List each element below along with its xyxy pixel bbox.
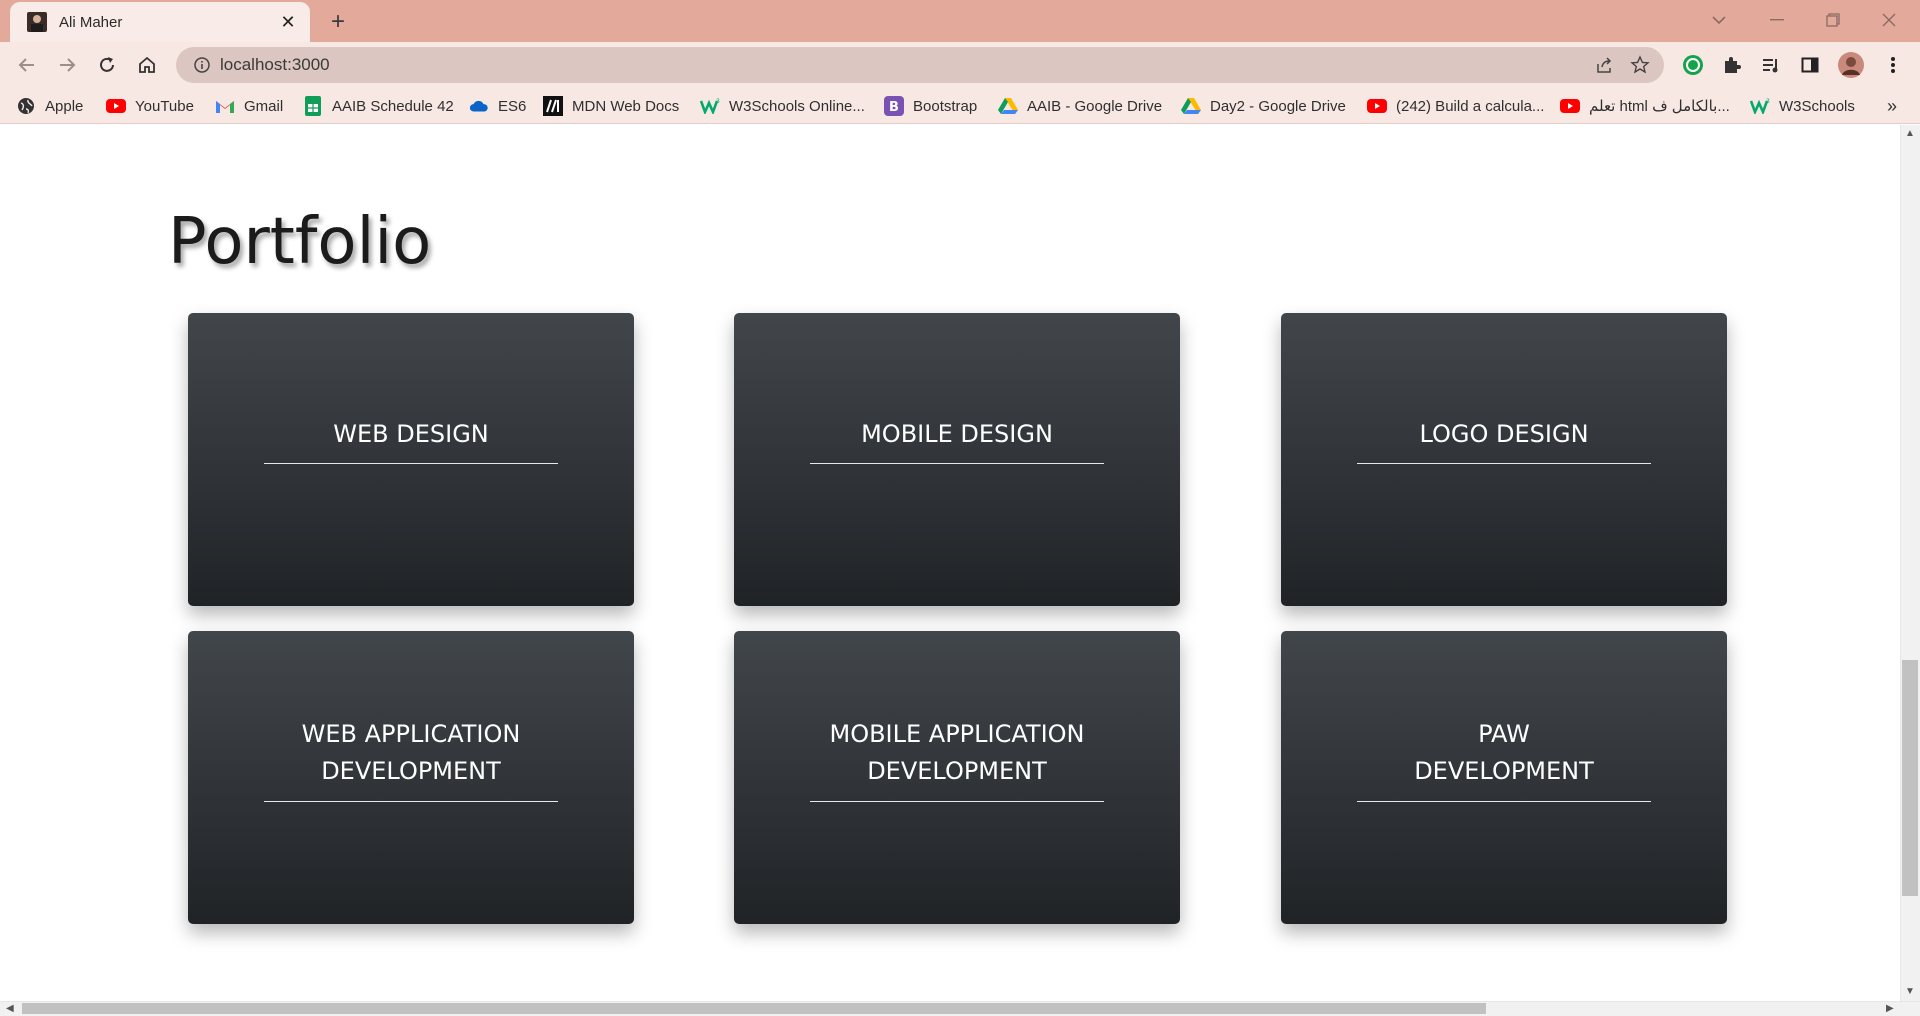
portfolio-card-mobile-design[interactable]: MOBILE DESIGN: [734, 313, 1180, 606]
vertical-scrollbar-thumb[interactable]: [1902, 660, 1918, 896]
bookmark-label: Apple: [45, 97, 84, 115]
bookmark-learn-html[interactable]: تعلم html بالكامل ف...: [1554, 92, 1736, 120]
minimize-button[interactable]: [1756, 6, 1798, 34]
bookmark-label: Bootstrap: [913, 97, 978, 115]
scroll-right-arrow-icon[interactable]: ▶: [1886, 1003, 1894, 1014]
card-title-line1: WEB APPLICATION: [301, 720, 521, 748]
extensions-puzzle-icon[interactable]: [1717, 50, 1747, 80]
page-viewport: Portfolio WEB DESIGN MOBILE DESIGN LOGO …: [0, 125, 1900, 1001]
share-icon[interactable]: [1586, 47, 1622, 83]
bookmark-label: Gmail: [244, 97, 284, 115]
w3schools-icon: 3: [700, 96, 720, 116]
chrome-menu-icon[interactable]: [1878, 50, 1908, 80]
card-title-line1: MOBILE APPLICATION: [829, 720, 1085, 748]
bookmark-label: W3Schools Online...: [729, 97, 865, 115]
card-divider: [264, 801, 558, 802]
restore-button[interactable]: [1812, 6, 1854, 34]
bookmark-label: AAIB - Google Drive: [1027, 97, 1163, 115]
bookmark-label: YouTube: [135, 97, 194, 115]
bookmark-aaib-schedule[interactable]: AAIB Schedule 42: [297, 92, 460, 120]
back-button[interactable]: [11, 49, 43, 81]
bookmark-star-icon[interactable]: [1622, 47, 1658, 83]
card-title-line2: DEVELOPMENT: [1414, 757, 1594, 785]
card-divider: [1357, 463, 1651, 464]
close-window-button[interactable]: [1868, 6, 1910, 34]
bookmark-w3schools[interactable]: 3 W3Schools: [1744, 92, 1861, 120]
bookmark-label: W3Schools: [1779, 97, 1855, 115]
google-sheets-icon: [303, 96, 323, 116]
card-divider: [264, 463, 558, 464]
bookmark-mdn[interactable]: MDN Web Docs: [537, 92, 685, 120]
bookmark-apple[interactable]: Apple: [10, 92, 89, 120]
card-title-line2: DEVELOPMENT: [867, 757, 1047, 785]
bookmark-youtube[interactable]: YouTube: [100, 92, 200, 120]
tab-close-icon[interactable]: ✕: [278, 12, 298, 32]
tab-title: Ali Maher: [59, 13, 123, 31]
profile-avatar-icon[interactable]: [1836, 50, 1866, 80]
card-title: MOBILE DESIGN: [861, 420, 1053, 448]
card-divider: [1357, 801, 1651, 802]
home-button[interactable]: [131, 49, 163, 81]
bootstrap-icon: B: [884, 96, 904, 116]
profile-favicon-icon: [26, 11, 48, 33]
mdn-icon: [543, 96, 563, 116]
bookmark-label: (242) Build a calcula...: [1396, 97, 1545, 115]
portfolio-card-logo-design[interactable]: LOGO DESIGN: [1281, 313, 1727, 606]
bookmarks-bar: Apple YouTube Gmail AAIB Schedule 42 ES6…: [0, 88, 1920, 124]
scroll-up-arrow-icon[interactable]: ▲: [1905, 128, 1915, 139]
tab-search-chevron-icon[interactable]: [1698, 6, 1740, 34]
more-bookmarks-button[interactable]: »: [1878, 92, 1906, 120]
gmail-icon: [215, 96, 235, 116]
portfolio-card-web-application-development[interactable]: WEB APPLICATION DEVELOPMENT: [188, 631, 634, 924]
onedrive-cloud-icon: [469, 96, 489, 116]
bookmark-label: MDN Web Docs: [572, 97, 680, 115]
globe-icon: [16, 96, 36, 116]
svg-text:B: B: [889, 100, 899, 115]
address-bar[interactable]: localhost:3000: [176, 47, 1664, 83]
browser-toolbar: localhost:3000: [0, 42, 1920, 88]
google-drive-icon: [1181, 96, 1201, 116]
bookmark-day2-drive[interactable]: Day2 - Google Drive: [1175, 92, 1352, 120]
bookmark-label: Day2 - Google Drive: [1210, 97, 1346, 115]
bookmark-aaib-drive[interactable]: AAIB - Google Drive: [992, 92, 1168, 120]
youtube-icon: [1367, 96, 1387, 116]
svg-text:3: 3: [716, 98, 720, 105]
card-title-line2: DEVELOPMENT: [321, 757, 501, 785]
bookmark-es6[interactable]: ES6: [463, 92, 532, 120]
bookmark-label: ES6: [498, 97, 527, 115]
youtube-icon: [1560, 96, 1580, 116]
card-title: LOGO DESIGN: [1419, 420, 1589, 448]
page-title: Portfolio: [168, 205, 432, 279]
card-title: WEB DESIGN: [333, 420, 489, 448]
scroll-left-arrow-icon[interactable]: ◀: [6, 1003, 14, 1014]
bookmark-bootstrap[interactable]: B Bootstrap: [878, 92, 983, 120]
active-tab[interactable]: Ali Maher ✕: [10, 2, 310, 42]
tab-strip: Ali Maher ✕ +: [0, 0, 1920, 42]
bookmark-gmail[interactable]: Gmail: [209, 92, 289, 120]
forward-button[interactable]: [51, 49, 83, 81]
bookmark-w3schools-online[interactable]: 3 W3Schools Online...: [694, 92, 871, 120]
w3schools-icon: 3: [1750, 96, 1770, 116]
svg-text:3: 3: [1766, 98, 1770, 105]
portfolio-card-mobile-application-development[interactable]: MOBILE APPLICATION DEVELOPMENT: [734, 631, 1180, 924]
reload-button[interactable]: [91, 49, 123, 81]
card-divider: [810, 463, 1104, 464]
card-title-line1: PAW: [1478, 720, 1530, 748]
url-text[interactable]: localhost:3000: [220, 55, 1586, 75]
scroll-down-arrow-icon[interactable]: ▼: [1905, 986, 1915, 997]
horizontal-scrollbar-thumb[interactable]: [22, 1003, 1486, 1014]
bookmark-label: AAIB Schedule 42: [332, 97, 454, 115]
media-control-icon[interactable]: [1756, 50, 1786, 80]
youtube-icon: [106, 96, 126, 116]
site-info-icon[interactable]: [184, 47, 220, 83]
grammarly-extension-icon[interactable]: [1678, 50, 1708, 80]
bookmark-label: تعلم html بالكامل ف...: [1589, 98, 1730, 115]
card-divider: [810, 801, 1104, 802]
portfolio-card-web-design[interactable]: WEB DESIGN: [188, 313, 634, 606]
google-drive-icon: [998, 96, 1018, 116]
side-panel-icon[interactable]: [1795, 50, 1825, 80]
new-tab-button[interactable]: +: [324, 8, 352, 36]
portfolio-card-paw-development[interactable]: PAW DEVELOPMENT: [1281, 631, 1727, 924]
bookmark-build-calculator[interactable]: (242) Build a calcula...: [1361, 92, 1550, 120]
